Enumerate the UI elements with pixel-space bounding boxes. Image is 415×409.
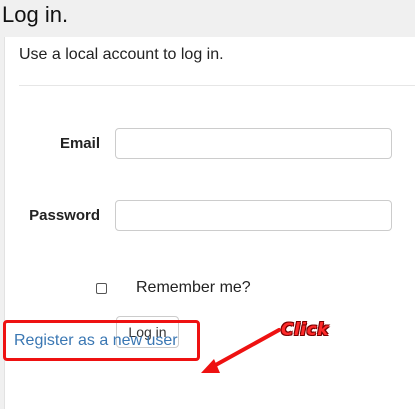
register-link[interactable]: Register as a new user: [14, 329, 178, 353]
divider: [19, 85, 415, 86]
annotation-click-label: Click: [281, 320, 330, 340]
remember-me-checkbox[interactable]: [96, 283, 107, 294]
password-label: Password: [29, 207, 100, 224]
password-field[interactable]: [115, 200, 392, 231]
page-title: Log in.: [2, 2, 69, 27]
login-form-panel: Use a local account to log in. Email Pas…: [4, 37, 415, 409]
remember-me-label: Remember me?: [136, 279, 251, 296]
email-label: Email: [59, 135, 100, 152]
login-page: Log in. Use a local account to log in. E…: [0, 0, 415, 409]
email-field[interactable]: [115, 128, 392, 159]
form-subtitle: Use a local account to log in.: [19, 46, 224, 63]
